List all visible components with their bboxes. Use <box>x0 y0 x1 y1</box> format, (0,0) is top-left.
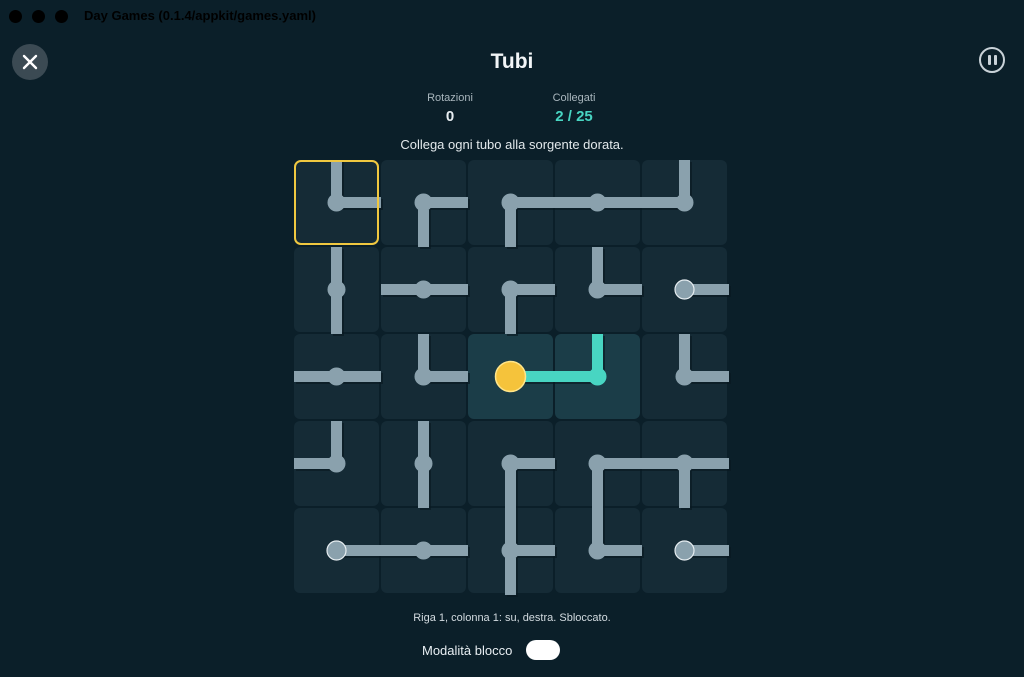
pipe-joint <box>588 367 607 386</box>
window-zoom-dot[interactable] <box>55 10 68 23</box>
window-title: Day Games (0.1.4/appkit/games.yaml) <box>84 8 316 23</box>
window-minimize-dot[interactable] <box>32 10 45 23</box>
pipe-joint <box>414 193 433 212</box>
pipe-joint <box>327 280 346 299</box>
lock-mode-label: Modalità blocco <box>422 642 513 658</box>
lock-mode-row: Modalità blocco <box>422 639 561 661</box>
lock-mode-toggle[interactable] <box>526 640 561 660</box>
rotations-label: Rotazioni <box>427 92 473 104</box>
pipe-joint <box>327 454 346 473</box>
title-bar: Day Games (0.1.4/appkit/games.yaml) <box>0 0 1024 32</box>
pipe-joint <box>327 367 346 386</box>
game-title: Tubi <box>490 50 534 73</box>
pipe-joint <box>414 541 433 560</box>
rotations-value: 0 <box>445 108 455 125</box>
pipe-joint <box>501 193 520 212</box>
pipe-joint <box>588 280 607 299</box>
connected-value: 2 / 25 <box>555 108 593 125</box>
status-line: Riga 1, colonna 1: su, destra. Sbloccato… <box>413 612 611 624</box>
pipe-joint <box>501 541 520 560</box>
pipe-joint <box>588 454 607 473</box>
rotations-stat: Rotazioni 0 <box>400 92 500 125</box>
pipe-joint <box>414 367 433 386</box>
pipe-joint <box>501 280 520 299</box>
pipe-joint <box>414 280 433 299</box>
pipe-joint <box>675 454 694 473</box>
connected-label: Collegati <box>552 92 596 104</box>
connected-stat: Collegati 2 / 25 <box>524 92 624 125</box>
endpoint-node <box>326 540 347 561</box>
pipe-joint <box>588 541 607 560</box>
endpoint-node <box>674 540 695 561</box>
pipe-joint <box>675 367 694 386</box>
window-close-dot[interactable] <box>9 10 22 23</box>
endpoint-node <box>674 279 695 300</box>
instruction-text: Collega ogni tubo alla sorgente dorata. <box>400 137 624 152</box>
pipe-joint <box>675 193 694 212</box>
pipe-board <box>294 160 731 597</box>
pipe-joint <box>414 454 433 473</box>
pipe-joint <box>501 454 520 473</box>
pipe-joint <box>588 193 607 212</box>
pipe-joint <box>327 193 346 212</box>
source-node <box>494 360 527 393</box>
